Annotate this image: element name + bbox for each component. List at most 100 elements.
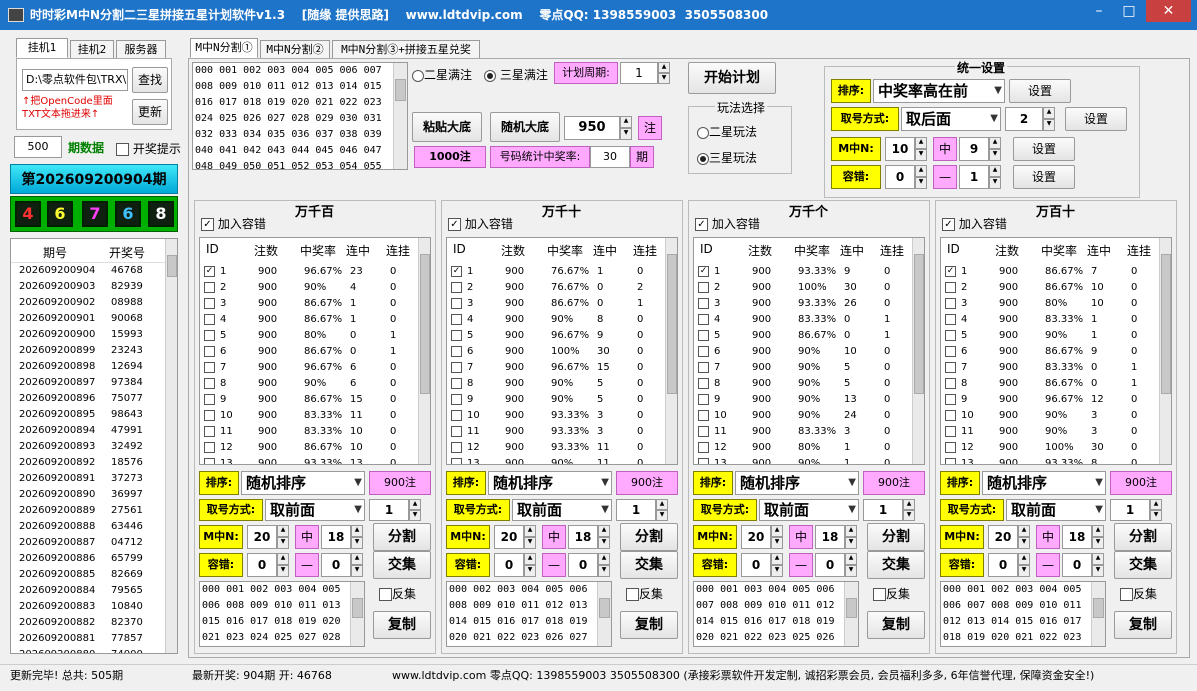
grid-row[interactable]: 5 900 86.67% 0 1 xyxy=(694,328,910,344)
history-row[interactable]: 202609200882 82370 xyxy=(11,615,165,631)
intersect-button[interactable]: 交集 xyxy=(620,551,678,579)
reverse-check[interactable] xyxy=(379,588,392,601)
result-numbers[interactable]: 000 001 002 003 004 005 006 008 009 010 … xyxy=(199,581,365,647)
row-check[interactable] xyxy=(451,410,462,421)
pick-down-icon[interactable]: ▼ xyxy=(409,510,421,521)
maximize-icon[interactable]: □ xyxy=(1114,0,1144,22)
intersect-button[interactable]: 交集 xyxy=(1114,551,1172,579)
grid-row[interactable]: 4 900 83.33% 0 1 xyxy=(694,312,910,328)
grid-row[interactable]: 11 900 83.33% 10 0 xyxy=(200,424,416,440)
intersect-button[interactable]: 交集 xyxy=(867,551,925,579)
unified-tol-b[interactable]: 1 xyxy=(959,165,989,189)
grid-row[interactable]: 5 900 80% 0 1 xyxy=(200,328,416,344)
pick-select[interactable]: 取前面 ▼ xyxy=(1006,499,1106,521)
sort-select[interactable]: 随机排序 ▼ xyxy=(241,471,365,495)
history-row[interactable]: 202609200883 10840 xyxy=(11,599,165,615)
pick-select[interactable]: 取前面 ▼ xyxy=(265,499,365,521)
result-scroll-thumb[interactable] xyxy=(1093,598,1104,618)
grid-scroll-thumb[interactable] xyxy=(1161,254,1171,394)
history-row[interactable]: 202609200881 77857 xyxy=(11,631,165,647)
sort-select[interactable]: 随机排序 ▼ xyxy=(735,471,859,495)
history-row[interactable]: 202609200886 65799 xyxy=(11,551,165,567)
grid-scrollbar[interactable] xyxy=(1159,238,1171,464)
grid-row[interactable]: 2 900 86.67% 10 0 xyxy=(941,280,1157,296)
grid-row[interactable]: 12 900 100% 30 0 xyxy=(941,440,1157,456)
zhu-count-button[interactable]: 900注 xyxy=(1110,471,1172,495)
add-tolerance-check[interactable]: ✓ xyxy=(448,218,461,231)
n-down-icon[interactable]: ▼ xyxy=(351,537,363,549)
grid-row[interactable]: 6 900 86.67% 0 1 xyxy=(200,344,416,360)
row-check[interactable] xyxy=(204,282,215,293)
m-down-icon[interactable]: ▼ xyxy=(524,537,536,549)
unified-n-input[interactable]: 9 xyxy=(959,137,989,161)
n-input[interactable]: 18 xyxy=(568,525,598,549)
zhu-1000-button[interactable]: 1000注 xyxy=(414,146,486,168)
tol-a-up-icon[interactable]: ▲ xyxy=(1018,553,1030,565)
history-row[interactable]: 202609200900 15993 xyxy=(11,327,165,343)
tol-a-down-icon[interactable]: ▼ xyxy=(524,565,536,577)
row-check[interactable] xyxy=(698,442,709,453)
tol-b-down-icon[interactable]: ▼ xyxy=(598,565,610,577)
unified-tol-a[interactable]: 0 xyxy=(885,165,915,189)
row-check[interactable] xyxy=(451,330,462,341)
row-check[interactable] xyxy=(451,378,462,389)
tol-b-up-icon[interactable]: ▲ xyxy=(351,553,363,565)
tol-a-up-icon[interactable]: ▲ xyxy=(524,553,536,565)
sort-select[interactable]: 随机排序 ▼ xyxy=(982,471,1106,495)
row-check[interactable] xyxy=(451,426,462,437)
unified-pick-up-icon[interactable]: ▲ xyxy=(1043,107,1055,119)
row-check[interactable] xyxy=(204,346,215,357)
m-input[interactable]: 20 xyxy=(741,525,771,549)
title-bar[interactable]: 时时彩M中N分割二三星拼接五星计划软件v1.3 [随缘 提供思路] www.ld… xyxy=(0,0,1197,30)
tol-b-up-icon[interactable]: ▲ xyxy=(845,553,857,565)
history-row[interactable]: 202609200895 98643 xyxy=(11,407,165,423)
unified-n-down-icon[interactable]: ▼ xyxy=(989,149,1001,161)
row-check[interactable] xyxy=(698,298,709,309)
grid-scroll-thumb[interactable] xyxy=(667,254,677,394)
history-row[interactable]: 202609200903 82939 xyxy=(11,279,165,295)
row-check[interactable] xyxy=(945,458,956,464)
tab-split-2[interactable]: M中N分割② xyxy=(260,40,330,60)
result-numbers[interactable]: 000 001 002 003 004 005 006 007 008 009 … xyxy=(940,581,1106,647)
m-up-icon[interactable]: ▲ xyxy=(771,525,783,537)
history-row[interactable]: 202609200901 90068 xyxy=(11,311,165,327)
result-numbers[interactable]: 000 002 003 004 005 006 008 009 010 011 … xyxy=(446,581,612,647)
tolerance-b-input[interactable]: 0 xyxy=(321,553,351,577)
row-check[interactable] xyxy=(451,458,462,464)
stat-input[interactable]: 30 xyxy=(590,146,630,168)
grid-row[interactable]: 4 900 83.33% 1 0 xyxy=(941,312,1157,328)
result-scrollbar[interactable] xyxy=(844,582,858,646)
radio-3star-play-dot[interactable] xyxy=(697,152,709,165)
grid-scrollbar[interactable] xyxy=(912,238,924,464)
pick-down-icon[interactable]: ▼ xyxy=(903,510,915,521)
grid-row[interactable]: 2 900 100% 30 0 xyxy=(694,280,910,296)
grid-row[interactable]: 12 900 86.67% 10 0 xyxy=(200,440,416,456)
row-check[interactable] xyxy=(204,394,215,405)
split-button[interactable]: 分割 xyxy=(867,523,925,551)
row-check[interactable] xyxy=(698,458,709,464)
radio-2star-play[interactable]: 二星玩法 xyxy=(697,123,757,140)
reverse-check[interactable] xyxy=(873,588,886,601)
number-pool-scrollbar[interactable] xyxy=(393,63,407,169)
random-base-button[interactable]: 随机大底 xyxy=(490,112,560,142)
row-check[interactable] xyxy=(945,410,956,421)
row-check[interactable] xyxy=(204,442,215,453)
row-check[interactable]: ✓ xyxy=(945,266,956,277)
grid-row[interactable]: 5 900 96.67% 9 0 xyxy=(447,328,663,344)
grid-row[interactable]: 9 900 90% 5 0 xyxy=(447,392,663,408)
result-numbers[interactable]: 000 001 003 004 005 006 007 008 009 010 … xyxy=(693,581,859,647)
n-input[interactable]: 18 xyxy=(815,525,845,549)
add-tolerance-checkbox[interactable]: ✓ 加入容错 xyxy=(695,215,760,232)
row-check[interactable] xyxy=(945,426,956,437)
grid-row[interactable]: 6 900 86.67% 9 0 xyxy=(941,344,1157,360)
grid-row[interactable]: ✓ 1 900 86.67% 7 0 xyxy=(941,264,1157,280)
tab-split-3[interactable]: M中N分割③+拼接五星兑奖 xyxy=(332,40,480,60)
grid-row[interactable]: 4 900 86.67% 1 0 xyxy=(200,312,416,328)
grid-row[interactable]: 10 900 90% 24 0 xyxy=(694,408,910,424)
tolerance-a-input[interactable]: 0 xyxy=(988,553,1018,577)
unified-mn-set-button[interactable]: 设置 xyxy=(1013,137,1075,161)
grid-row[interactable]: 13 900 93.33% 8 0 xyxy=(941,456,1157,464)
pick-select[interactable]: 取前面 ▼ xyxy=(512,499,612,521)
paste-base-button[interactable]: 粘贴大底 xyxy=(412,112,482,142)
unified-tol-set-button[interactable]: 设置 xyxy=(1013,165,1075,189)
